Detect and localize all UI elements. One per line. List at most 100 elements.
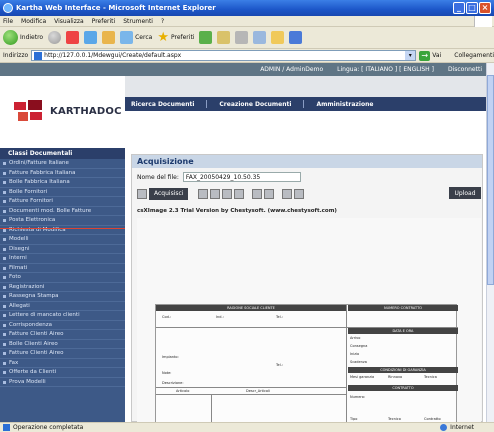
doc-row-consegna: Consegna (350, 344, 368, 348)
refresh-icon[interactable] (84, 31, 98, 44)
main-nav: Ricerca Documenti Creazione Documenti Am… (125, 97, 486, 111)
sidebar-item[interactable]: Fatture Clienti Aireo (0, 349, 125, 359)
sidebar-item[interactable]: Ordini/Fatture Italiane (0, 159, 125, 169)
doc-impianto-label: Impianto: (162, 355, 179, 359)
doc-rule (156, 394, 346, 395)
messenger-icon[interactable] (289, 31, 303, 44)
nav-creazione-documenti[interactable]: Creazione Documenti (219, 101, 291, 108)
sidebar-item[interactable]: Interni (0, 254, 125, 264)
trial-notice: csXImage 2.3 Trial Version by Chestysoft… (137, 208, 337, 214)
scanner-icon[interactable] (137, 188, 147, 199)
close-button[interactable]: × (479, 2, 491, 14)
doc-date-band: DATA E ORA (348, 328, 458, 334)
print-icon[interactable] (235, 31, 249, 44)
language-selector[interactable]: Lingua: [ ITALIANO ] [ ENGLISH ] (337, 66, 434, 73)
sidebar-item[interactable]: Fax (0, 359, 125, 368)
sidebar-item[interactable]: Fatture Fabbrica Italiana (0, 169, 125, 178)
sidebar-item[interactable]: Offerte da Clienti (0, 368, 125, 378)
acquire-button[interactable]: Acquisisci (149, 187, 189, 200)
home-icon[interactable] (102, 31, 116, 44)
maximize-button[interactable]: □ (466, 2, 478, 14)
panel-title: Acquisizione (132, 155, 482, 168)
favorites-button[interactable]: ★ Preferiti (157, 31, 194, 44)
zoom-out-icon[interactable] (222, 188, 233, 199)
sidebar-item[interactable]: Fatture Fornitori (0, 197, 125, 207)
edit-icon[interactable] (253, 31, 267, 44)
doc-cond-col: Rinnovo (388, 375, 403, 379)
scrollbar-thumb[interactable] (487, 75, 494, 285)
upload-button[interactable]: Upload (449, 187, 481, 199)
file-name-input[interactable]: FAX_20050429_10.50.35 (182, 172, 301, 182)
vertical-scrollbar[interactable] (486, 63, 494, 422)
sidebar-item[interactable]: Documenti mod. Bolle Fatture (0, 207, 125, 216)
window-title: Kartha Web Interface - Microsoft Interne… (16, 4, 216, 12)
menu-modifica[interactable]: Modifica (21, 18, 46, 25)
sidebar-accent-line (0, 228, 125, 229)
header-banner (125, 76, 486, 97)
scanned-document: RAGIONE SOCIALE CLIENTE NUMERO CONTRATTO… (155, 304, 458, 422)
media-icon[interactable] (199, 31, 213, 44)
rotate-left-icon[interactable] (252, 188, 263, 199)
back-button[interactable]: Indietro (3, 30, 43, 45)
status-bar: Operazione completata Internet (0, 422, 494, 432)
chevron-down-icon[interactable]: ▾ (405, 51, 416, 60)
sidebar-item[interactable]: Posta Elettronica (0, 216, 125, 226)
nav-ricerca-documenti[interactable]: Ricerca Documenti (131, 101, 194, 108)
zoom-in-icon[interactable] (210, 188, 221, 199)
sidebar-item[interactable]: Bolle Clienti Aireo (0, 340, 125, 349)
sidebar: Ordini/Fatture Italiane Fatture Fabbrica… (0, 159, 125, 422)
doc-number-label: Numero: (350, 395, 366, 399)
sidebar-item[interactable]: Richiesta di Modifica (0, 226, 125, 235)
delete-page-icon[interactable] (294, 188, 305, 199)
doc-divider (211, 394, 212, 422)
sidebar-item[interactable]: Lettere di mancato clienti (0, 311, 125, 321)
zoom-fit-icon[interactable] (198, 188, 209, 199)
minimize-button[interactable]: _ (453, 2, 465, 14)
sidebar-item[interactable]: Fatture Clienti Aireo (0, 330, 125, 340)
nav-amministrazione[interactable]: Amministrazione (316, 101, 373, 108)
logo-mark-icon (12, 98, 46, 124)
status-text: Operazione completata (13, 424, 84, 431)
page-done-icon (3, 424, 10, 431)
stop-icon[interactable] (66, 31, 80, 44)
logout-link[interactable]: Disconnetti (448, 66, 482, 73)
rotate-right-icon[interactable] (264, 188, 275, 199)
address-input[interactable]: http://127.0.0.1/Mdewgui/Create/default.… (31, 50, 417, 61)
menu-help[interactable]: ? (161, 18, 164, 25)
sidebar-item[interactable]: Registrazioni (0, 283, 125, 292)
menu-visualizza[interactable]: Visualizza (54, 18, 84, 25)
menu-preferiti[interactable]: Preferiti (92, 18, 116, 25)
doc-cond-band: CONDIZIONI DI GARANZIA (348, 367, 458, 373)
sidebar-item[interactable]: Prova Modelli (0, 378, 125, 387)
links-label[interactable]: Collegamenti (454, 52, 494, 59)
logo-text: KARTHADOC (50, 105, 122, 117)
doc-cond-col: Tecnica (424, 375, 437, 379)
crop-icon[interactable] (282, 188, 293, 199)
doc-tel-label: Tel.: (276, 315, 283, 319)
sidebar-item[interactable]: Disegni (0, 245, 125, 254)
sidebar-item[interactable]: Bolle Fornitori (0, 188, 125, 197)
doc-row-inizio: Inizio (350, 352, 360, 356)
menu-strumenti[interactable]: Strumenti (123, 18, 153, 25)
browser-toolbar: Indietro Cerca ★ Preferiti (0, 27, 494, 49)
zoom-actual-icon[interactable] (234, 188, 245, 199)
sidebar-item[interactable]: Modelli (0, 235, 125, 245)
forward-button[interactable] (48, 31, 62, 44)
sidebar-item[interactable]: Rassegna Stampa (0, 292, 125, 302)
sidebar-item[interactable]: Allegati (0, 302, 125, 311)
sidebar-item[interactable]: Corrispondenza (0, 321, 125, 330)
nav-divider (206, 100, 208, 108)
mail-icon[interactable] (217, 31, 231, 44)
sidebar-item[interactable]: Foto (0, 273, 125, 283)
doc-left-tel-label: Tel.: (276, 363, 283, 367)
search-button[interactable]: Cerca (120, 31, 152, 44)
scan-controls: Acquisisci Upload (137, 187, 481, 200)
folder-icon[interactable] (271, 31, 285, 44)
doc-descrizione-label: Descrizione: (162, 381, 184, 385)
go-button[interactable]: → Vai (419, 50, 441, 61)
menu-file[interactable]: File (3, 18, 13, 25)
sidebar-item[interactable]: Bolle Fabbrica Italiana (0, 178, 125, 188)
sidebar-item[interactable]: Filmati (0, 264, 125, 273)
go-arrow-icon: → (419, 50, 431, 61)
doc-contract-band: CONTRATTO (348, 385, 458, 391)
